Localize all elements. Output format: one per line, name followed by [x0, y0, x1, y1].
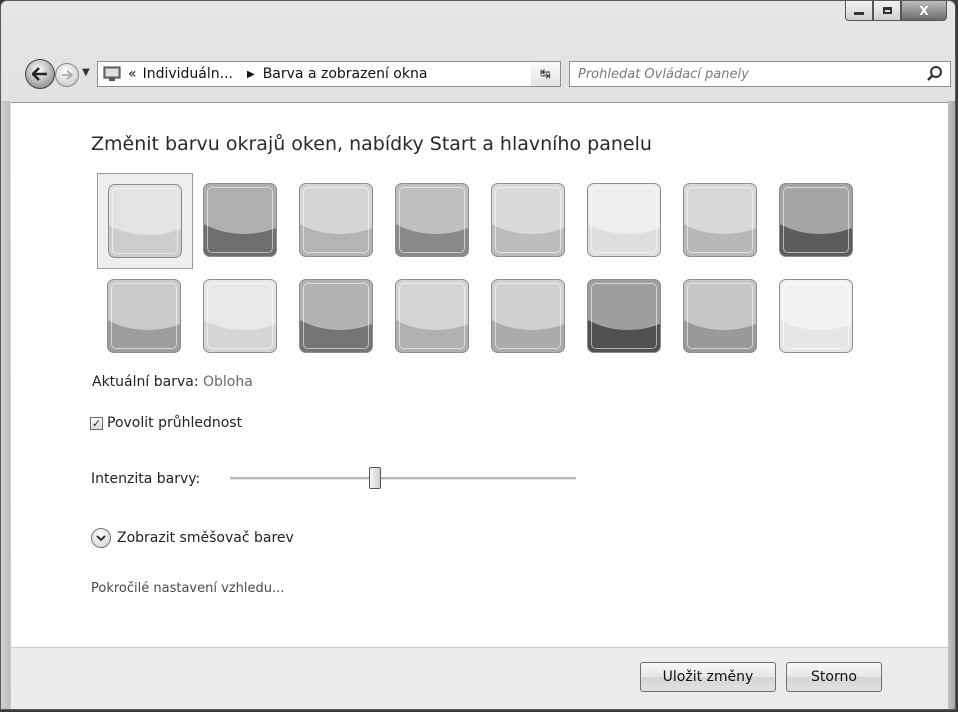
transparency-option[interactable]: ✓ Povolit průhlednost: [90, 415, 242, 431]
color-swatch[interactable]: [673, 173, 769, 269]
color-swatch-tile[interactable]: [395, 279, 469, 353]
color-swatch-tile[interactable]: [299, 183, 373, 257]
show-color-mixer[interactable]: Zobrazit směšovač barev: [91, 528, 294, 548]
minimize-icon: [854, 12, 864, 15]
advanced-appearance-link[interactable]: Pokročilé nastavení vzhledu...: [91, 581, 284, 596]
color-swatch-tile[interactable]: [779, 183, 853, 257]
color-swatch-tile[interactable]: [587, 183, 661, 257]
color-swatch-tile[interactable]: [203, 279, 277, 353]
navigation-bar: ▼ « Individuáln... ▶ Barva a zobrazení o…: [21, 57, 951, 91]
color-swatch-tile[interactable]: [587, 279, 661, 353]
control-panel-icon: [103, 66, 121, 81]
color-swatch[interactable]: [577, 269, 673, 365]
breadcrumb-item-personalization[interactable]: Individuáln...: [143, 66, 233, 82]
address-bar[interactable]: « Individuáln... ▶ Barva a zobrazení okn…: [97, 61, 557, 87]
color-swatch[interactable]: [673, 269, 769, 365]
color-swatch-tile[interactable]: [107, 279, 181, 353]
slider-thumb[interactable]: [369, 467, 382, 489]
color-swatch[interactable]: [385, 269, 481, 365]
color-swatch-tile[interactable]: [491, 183, 565, 257]
color-swatch-tile[interactable]: [108, 184, 182, 258]
color-swatch[interactable]: [97, 269, 193, 365]
dialog-footer: Uložit změny Storno: [11, 647, 948, 709]
recent-pages-dropdown[interactable]: ▼: [82, 67, 90, 78]
control-panel-window: X ▼ « Individuáln... ▶ Barva a zobrazení…: [0, 0, 956, 710]
intensity-slider[interactable]: [230, 467, 576, 491]
color-mixer-label[interactable]: Zobrazit směšovač barev: [117, 530, 294, 546]
breadcrumb-separator-icon[interactable]: ▶: [247, 69, 255, 80]
minimize-button[interactable]: [845, 1, 873, 21]
color-swatch[interactable]: [289, 173, 385, 269]
maximize-icon: [882, 7, 892, 14]
current-color-label: Aktuální barva:: [92, 374, 199, 390]
current-color-value: Obloha: [202, 374, 253, 390]
color-swatch[interactable]: [481, 173, 577, 269]
caption-buttons: X: [845, 1, 947, 23]
chevron-down-icon[interactable]: [91, 528, 111, 548]
search-icon[interactable]: [926, 65, 944, 83]
color-swatch[interactable]: [193, 269, 289, 365]
color-swatch-tile[interactable]: [683, 279, 757, 353]
color-swatch[interactable]: [385, 173, 481, 269]
transparency-label[interactable]: Povolit průhlednost: [107, 415, 242, 431]
color-swatch[interactable]: [289, 269, 385, 365]
transparency-checkbox[interactable]: ✓: [90, 416, 103, 430]
page-title: Změnit barvu okrajů oken, nabídky Start …: [91, 133, 652, 155]
color-swatch[interactable]: [577, 173, 673, 269]
save-changes-button[interactable]: Uložit změny: [640, 662, 776, 692]
color-swatch[interactable]: [481, 269, 577, 365]
color-swatch[interactable]: [97, 173, 193, 269]
search-input[interactable]: [570, 65, 926, 83]
window-frame-left: [1, 101, 10, 709]
close-button[interactable]: X: [901, 1, 947, 21]
color-swatch-tile[interactable]: [491, 279, 565, 353]
maximize-button[interactable]: [873, 1, 901, 21]
close-icon: X: [919, 3, 929, 18]
cancel-button[interactable]: Storno: [786, 662, 882, 692]
breadcrumb-prefix[interactable]: «: [128, 66, 137, 82]
slider-track[interactable]: [230, 477, 576, 480]
back-button[interactable]: [25, 59, 55, 89]
search-box[interactable]: [569, 61, 951, 87]
content-pane: Změnit barvu okrajů oken, nabídky Start …: [11, 102, 948, 648]
back-arrow-icon: [32, 67, 47, 81]
chevron-glyph: [96, 535, 106, 542]
color-swatch-tile[interactable]: [299, 279, 373, 353]
color-swatch-tile[interactable]: [395, 183, 469, 257]
forward-arrow-icon: [62, 70, 73, 80]
color-swatch-tile[interactable]: [683, 183, 757, 257]
color-swatch[interactable]: [769, 173, 865, 269]
refresh-icon: ↹: [540, 66, 551, 82]
color-swatch[interactable]: [193, 173, 289, 269]
forward-button[interactable]: [55, 63, 79, 87]
breadcrumb-item-window-color[interactable]: Barva a zobrazení okna: [263, 66, 428, 82]
current-color: Aktuální barva: Obloha: [92, 374, 253, 390]
refresh-button[interactable]: ↹: [531, 61, 561, 87]
intensity-label: Intenzita barvy:: [91, 471, 201, 487]
color-swatch[interactable]: [769, 269, 865, 365]
color-swatch-tile[interactable]: [203, 183, 277, 257]
color-swatch-tile[interactable]: [779, 279, 853, 353]
